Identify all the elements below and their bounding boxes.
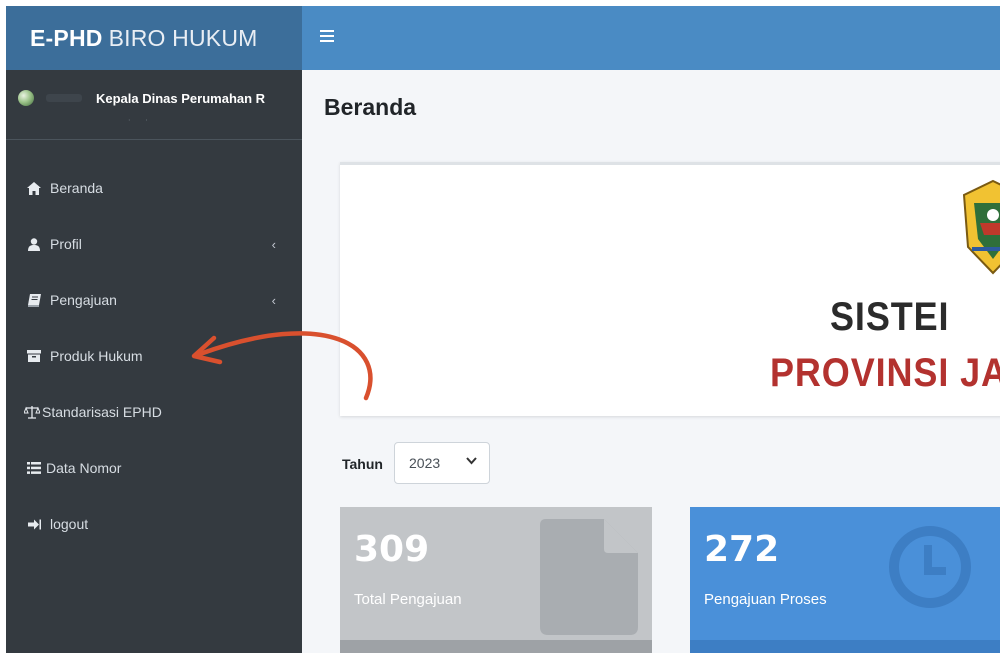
stat-label: Pengajuan Proses (704, 591, 827, 608)
page-title: Beranda (324, 94, 417, 120)
sidebar-item-label: Produk Hukum (50, 348, 143, 364)
stat-footer[interactable] (340, 640, 652, 653)
sidebar-item-profil[interactable]: Profil ‹ (6, 224, 302, 264)
sidebar-item-standarisasi[interactable]: Standarisasi EPHD (6, 392, 302, 432)
banner-title: SISTEI (830, 295, 950, 339)
sidebar-item-beranda[interactable]: Beranda (6, 168, 302, 208)
user-panel[interactable]: Kepala Dinas Perumahan R · · (6, 70, 302, 140)
stat-card-total-pengajuan[interactable]: 309 Total Pengajuan (340, 507, 652, 653)
sidebar-item-label: Profil (50, 236, 82, 252)
year-select-value: 2023 (409, 455, 441, 471)
stat-value: 309 (354, 529, 430, 570)
sidebar-item-label: Data Nomor (46, 460, 122, 476)
chevron-down-icon (466, 456, 477, 468)
user-name: Kepala Dinas Perumahan R (96, 91, 266, 106)
chevron-left-icon: ‹ (271, 292, 276, 308)
welcome-banner: SISTEI PROVINSI JA (340, 162, 1000, 416)
sidebar-item-produk-hukum[interactable]: Produk Hukum (6, 336, 302, 376)
stat-value: 272 (704, 529, 780, 570)
brand-logo[interactable]: E-PHD BIRO HUKUM (6, 6, 302, 70)
user-status: · · (128, 116, 154, 125)
province-emblem-icon (962, 179, 1000, 275)
logout-icon (26, 516, 42, 532)
home-icon (26, 180, 42, 196)
stat-card-pengajuan-proses[interactable]: 272 Pengajuan Proses (690, 507, 1000, 653)
sidebar-item-pengajuan[interactable]: Pengajuan ‹ (6, 280, 302, 320)
year-select[interactable]: 2023 (394, 442, 490, 484)
stat-label: Total Pengajuan (354, 591, 462, 608)
user-icon (26, 236, 42, 252)
sidebar-item-label: Standarisasi EPHD (42, 404, 162, 420)
hamburger-icon[interactable] (320, 30, 334, 44)
sidebar-item-label: Pengajuan (50, 292, 117, 308)
avatar-caption (46, 94, 82, 102)
sidebar-item-data-nomor[interactable]: Data Nomor (6, 448, 302, 488)
stat-footer[interactable] (690, 640, 1000, 653)
sidebar-item-logout[interactable]: logout (6, 504, 302, 544)
banner-subtitle: PROVINSI JA (770, 351, 1000, 395)
list-icon (26, 460, 42, 476)
brand-light: BIRO HUKUM (108, 24, 258, 51)
chevron-left-icon: ‹ (271, 236, 276, 252)
app-window: E-PHD BIRO HUKUM Kepala Dinas Perumahan … (6, 6, 1000, 653)
sidebar-item-label: logout (50, 516, 89, 532)
scale-icon (24, 404, 40, 420)
book-icon (26, 292, 42, 308)
document-icon (540, 519, 638, 635)
brand-bold: E-PHD (30, 24, 103, 51)
sidebar-item-label: Beranda (50, 180, 103, 196)
clock-icon (889, 526, 971, 608)
avatar-icon (18, 90, 34, 106)
sidebar: Kepala Dinas Perumahan R · · Beranda Pro… (6, 70, 302, 653)
archive-icon (26, 348, 42, 364)
year-filter-label: Tahun (342, 456, 383, 472)
top-navbar (302, 6, 1000, 70)
